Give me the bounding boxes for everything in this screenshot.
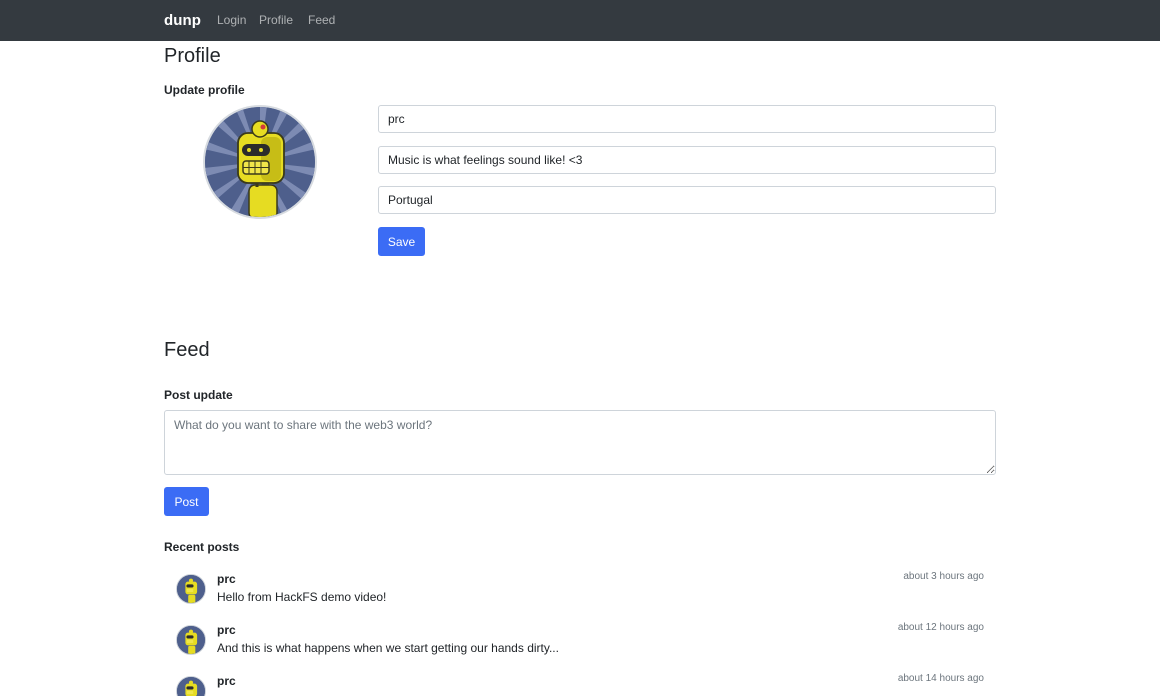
top-navbar: dunp Login Profile Feed	[0, 0, 1160, 41]
post-timestamp: about 14 hours ago	[897, 673, 984, 684]
profile-avatar	[203, 105, 317, 219]
nav-link-feed[interactable]: Feed	[308, 13, 335, 27]
post-username[interactable]: prc	[217, 572, 236, 586]
post-avatar	[176, 574, 206, 604]
post-username[interactable]: prc	[217, 623, 236, 637]
robot-avatar-icon	[205, 107, 315, 217]
post-avatar	[176, 625, 206, 655]
post-username[interactable]: prc	[217, 674, 236, 688]
save-button[interactable]: Save	[378, 227, 425, 256]
post-avatar	[176, 676, 206, 696]
robot-avatar-icon	[177, 626, 205, 654]
post-textarea[interactable]	[164, 410, 996, 475]
bio-field[interactable]	[378, 146, 996, 174]
post-item: prc about 14 hours ago	[164, 670, 996, 696]
post-text: And this is what happens when we start g…	[217, 641, 559, 655]
post-timestamp: about 3 hours ago	[903, 571, 984, 582]
nav-link-login[interactable]: Login	[217, 13, 246, 27]
location-field[interactable]	[378, 186, 996, 214]
post-text: Hello from HackFS demo video!	[217, 590, 387, 604]
nav-link-profile[interactable]: Profile	[259, 13, 293, 27]
feed-heading: Feed	[164, 339, 210, 361]
brand-logo[interactable]: dunp	[164, 12, 201, 29]
update-profile-label: Update profile	[164, 83, 245, 97]
name-field[interactable]	[378, 105, 996, 133]
post-button[interactable]: Post	[164, 487, 209, 516]
recent-posts-label: Recent posts	[164, 540, 240, 554]
post-item: prc Hello from HackFS demo video! about …	[164, 568, 996, 619]
profile-heading: Profile	[164, 45, 221, 67]
robot-avatar-icon	[177, 575, 205, 603]
robot-avatar-icon	[177, 677, 205, 696]
post-update-label: Post update	[164, 388, 233, 402]
post-item: prc And this is what happens when we sta…	[164, 619, 996, 670]
post-timestamp: about 12 hours ago	[897, 622, 984, 633]
